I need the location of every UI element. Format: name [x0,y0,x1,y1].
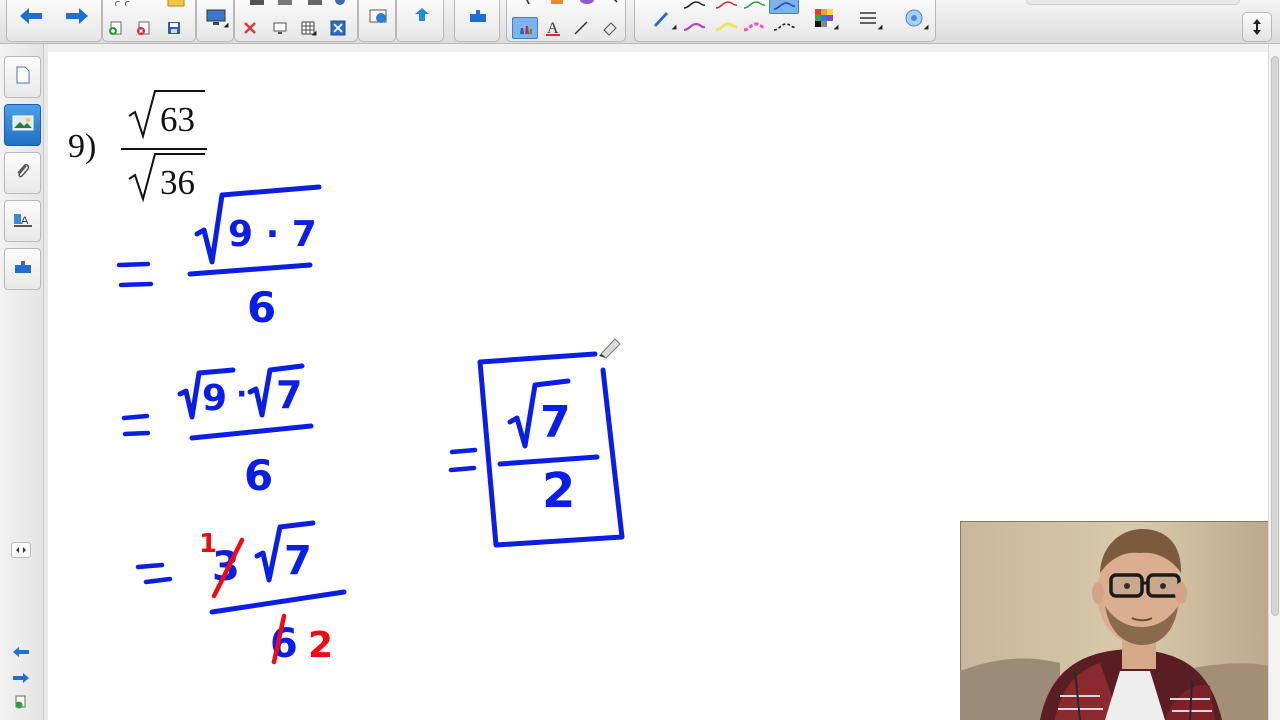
share-icon[interactable] [409,4,435,28]
left-sidebar: A [0,44,44,720]
page-sorter-icon [14,65,32,90]
problem-fraction-bar [121,148,207,150]
line-style-icon[interactable] [851,4,885,32]
color-palette-icon[interactable] [807,4,841,32]
scrollbar-thumb[interactable] [1271,56,1279,616]
add-ons-tab[interactable] [4,248,41,290]
toolbar-group-pen-styles [634,0,936,42]
webcam-overlay [960,521,1280,720]
sidebar-collapse-icon[interactable] [11,542,31,558]
toolbar-group-addons [454,0,500,42]
pen-style-green-icon[interactable] [739,0,769,14]
pen-style-dashed-icon[interactable] [769,18,799,36]
top-right-panel-edge [1026,0,1240,5]
page-top-gutter [44,44,1270,52]
forward-arrow-icon[interactable] [59,4,95,28]
fill-icon[interactable] [897,4,931,32]
eraser-icon[interactable] [599,18,621,38]
problem-number: 9) [68,128,97,165]
undo-redo-icon[interactable] [113,0,135,14]
pen-style-magenta-icon[interactable] [739,18,769,36]
new-page-icon[interactable] [105,18,127,38]
attachments-tab[interactable] [4,152,41,194]
pen-style-red-icon[interactable] [711,0,741,14]
problem-denominator: 36 [160,163,195,202]
previous-page-icon[interactable] [11,644,31,660]
next-page-icon[interactable] [11,670,31,686]
screen-shade-small-icon[interactable] [269,18,291,38]
open-folder-icon[interactable] [165,0,187,12]
table-icon[interactable] [297,18,319,38]
clear-page-icon[interactable] [327,18,349,38]
gallery-icon [12,114,34,137]
attachments-icon [14,161,32,186]
capture-icon[interactable] [365,4,391,28]
back-arrow-icon[interactable] [13,4,49,28]
save-icon[interactable] [163,18,185,38]
notebook-app: A A 9) 63 36 9 · 7 6 9 · 7 6 3 1 7 6 2 7… [0,0,1280,720]
toolbar-position-toggle[interactable] [1242,12,1272,42]
pen-style-blue-icon[interactable] [769,0,799,14]
toolbar-group-capture [358,0,396,42]
toolbar-group-share [396,0,444,42]
screen-shade-icon[interactable] [201,4,231,30]
pen-style-yellow-icon[interactable] [711,18,741,36]
toolbar-group-display [196,0,234,42]
toolbar-group-edit [234,0,358,42]
page-sorter-tab[interactable] [4,56,41,98]
pen-style-purple-icon[interactable] [679,18,709,36]
properties-tab[interactable]: A [4,200,41,242]
add-ons-icon[interactable] [465,4,491,28]
line-icon[interactable] [570,18,592,38]
toolbar-group-tools: A [506,0,626,42]
add-ons-icon [13,258,33,281]
insert-icons-row-icon[interactable] [239,0,355,13]
toolbar-group-page [102,0,196,42]
main-toolbar: A [0,0,1280,44]
creative-pen-icon[interactable] [643,4,679,32]
text-icon[interactable]: A [542,18,564,38]
properties-icon: A [12,209,34,234]
gallery-tab[interactable] [4,104,41,146]
vertical-scrollbar[interactable] [1268,44,1280,720]
delete-page-icon[interactable] [133,18,155,38]
pen-icon[interactable] [512,17,538,39]
delete-icon[interactable] [239,18,261,38]
problem-numerator: 63 [160,100,195,139]
add-page-icon[interactable] [11,694,31,710]
tool-icons-top-row[interactable] [513,0,623,12]
toolbar-group-navigation [6,0,102,42]
pen-style-black-icon[interactable] [679,0,709,14]
